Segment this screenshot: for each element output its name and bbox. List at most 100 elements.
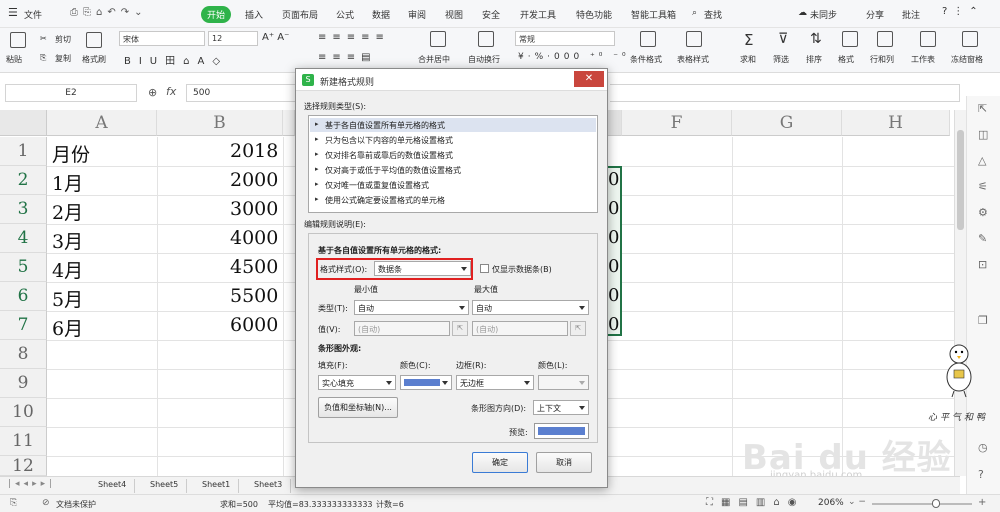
- help-icon[interactable]: ?: [978, 468, 984, 481]
- rule-type-item[interactable]: 只为包含以下内容的单元格设置格式: [325, 135, 453, 146]
- menu-view[interactable]: 视图: [445, 8, 463, 21]
- macro-icon[interactable]: ⎘: [10, 498, 17, 508]
- number-format-select[interactable]: 常规: [515, 31, 615, 46]
- menu-page-layout[interactable]: 页面布局: [282, 8, 318, 21]
- row-header-5[interactable]: 5: [0, 253, 47, 282]
- toolbox-icon[interactable]: ⚙: [978, 206, 988, 219]
- sort-icon[interactable]: ⇅: [810, 31, 822, 47]
- menu-smart-toolbox[interactable]: 智能工具箱: [631, 8, 676, 21]
- cell-b2[interactable]: 2000: [230, 169, 278, 191]
- zoom-dropdown-icon[interactable]: ⌄ −: [848, 497, 866, 507]
- cell-style-icon[interactable]: ◫: [978, 128, 988, 141]
- formula-input-tail[interactable]: [610, 84, 960, 102]
- copy-icon[interactable]: ⎘: [40, 53, 46, 63]
- cut-button[interactable]: 剪切: [55, 34, 71, 45]
- filter-button[interactable]: 筛选: [773, 54, 789, 65]
- min-type-select[interactable]: 自动: [354, 300, 469, 315]
- tab-sheet4[interactable]: Sheet4: [90, 479, 136, 493]
- filter-icon[interactable]: ⊽: [778, 31, 788, 47]
- align-icons[interactable]: ≡≡≡≡≡: [318, 32, 390, 43]
- border-select[interactable]: 无边框: [456, 375, 534, 390]
- wrap-icon[interactable]: [478, 31, 494, 47]
- row-header-4[interactable]: 4: [0, 224, 47, 253]
- row-header-6[interactable]: 6: [0, 282, 47, 311]
- tab-nav-arrows-icon[interactable]: |◂◂▸▸|: [8, 479, 56, 489]
- name-box[interactable]: E2: [5, 84, 137, 102]
- tab-sheet1[interactable]: Sheet1: [194, 479, 240, 493]
- bar-color-select[interactable]: [400, 375, 452, 390]
- dialog-titlebar[interactable]: S 新建格式规则 ✕: [296, 69, 607, 91]
- col-header-f[interactable]: F: [622, 110, 732, 136]
- merge-icon[interactable]: [430, 31, 446, 47]
- col-header-g[interactable]: G: [732, 110, 842, 136]
- merge-button[interactable]: 合并居中: [418, 54, 450, 65]
- cell-a4[interactable]: 3月: [52, 227, 83, 254]
- history-icon[interactable]: ◷: [978, 441, 988, 454]
- cell-a7[interactable]: 6月: [52, 314, 83, 341]
- negative-axis-button[interactable]: 负值和坐标轴(N)...: [318, 397, 398, 418]
- copy-button[interactable]: 复制: [55, 53, 71, 64]
- freeze-icon[interactable]: [962, 31, 978, 47]
- fill-select[interactable]: 实心填充: [318, 375, 396, 390]
- row-header-11[interactable]: 11: [0, 427, 47, 456]
- cell-a2[interactable]: 1月: [52, 169, 83, 196]
- cell-e6[interactable]: 0: [608, 285, 619, 306]
- cell-a1[interactable]: 月份: [52, 140, 90, 167]
- paste-icon[interactable]: [10, 32, 26, 48]
- format-painter-icon[interactable]: [86, 32, 102, 48]
- rule-type-item[interactable]: 仅对排名靠前或靠后的数值设置格式: [325, 150, 453, 161]
- view-mode-icons[interactable]: ⛶▦▤▥⌂◉: [706, 497, 804, 508]
- col-header-e[interactable]: [608, 110, 622, 136]
- tab-sheet5[interactable]: Sheet5: [142, 479, 188, 493]
- max-range-picker-icon[interactable]: ⇱: [570, 321, 586, 336]
- row-header-3[interactable]: 3: [0, 195, 47, 224]
- menu-share[interactable]: 分享: [866, 8, 884, 21]
- cell-e3[interactable]: 0: [608, 198, 619, 219]
- freeze-button[interactable]: 冻结窗格: [951, 54, 983, 65]
- max-type-select[interactable]: 自动: [472, 300, 589, 315]
- zoom-level[interactable]: 206%: [818, 498, 844, 508]
- cell-a3[interactable]: 2月: [52, 198, 83, 225]
- menu-file[interactable]: 文件: [24, 8, 42, 21]
- show-bar-only-checkbox[interactable]: [480, 264, 489, 273]
- select-icon[interactable]: ⇱: [978, 102, 987, 115]
- row-col-icon[interactable]: [877, 31, 893, 47]
- min-range-picker-icon[interactable]: ⇱: [452, 321, 468, 336]
- cell-b4[interactable]: 4000: [230, 227, 278, 249]
- menu-insert[interactable]: 插入: [245, 8, 263, 21]
- ok-button[interactable]: 确定: [472, 452, 528, 473]
- search-icon[interactable]: ⌕: [692, 8, 697, 18]
- conditional-format-button[interactable]: 条件格式: [630, 54, 662, 65]
- row-header-9[interactable]: 9: [0, 369, 47, 398]
- hamburger-icon[interactable]: ☰: [8, 6, 18, 19]
- zoom-slider[interactable]: [872, 503, 972, 505]
- paste-button[interactable]: 粘贴: [6, 54, 22, 65]
- fx-icon[interactable]: fx: [166, 85, 176, 98]
- grow-font-icon[interactable]: A⁺ A⁻: [262, 32, 289, 43]
- menu-security[interactable]: 安全: [482, 8, 500, 21]
- rule-type-list[interactable]: ▸ 基于各自值设置所有单元格的格式 ▸ 只为包含以下内容的单元格设置格式 ▸ 仅…: [308, 115, 598, 213]
- zoom-formula-icon[interactable]: ⊕: [148, 86, 157, 99]
- min-value-input[interactable]: (自动): [354, 321, 450, 336]
- rule-type-item[interactable]: 仅对唯一值或重复值设置格式: [325, 180, 429, 191]
- selection-range-e2-e7[interactable]: [606, 166, 622, 336]
- max-value-input[interactable]: (自动): [472, 321, 568, 336]
- cell-a6[interactable]: 5月: [52, 285, 83, 312]
- menu-features[interactable]: 特色功能: [576, 8, 612, 21]
- format-button[interactable]: 格式: [838, 54, 854, 65]
- font-style-icons[interactable]: BIU田⌂A◇: [124, 52, 228, 67]
- select-all-corner[interactable]: [0, 110, 47, 136]
- row-header-8[interactable]: 8: [0, 340, 47, 369]
- direction-select[interactable]: 上下文: [533, 400, 589, 415]
- scissors-icon[interactable]: ✂: [40, 34, 47, 43]
- window-controls-icon[interactable]: ?⋮⌃: [942, 6, 984, 17]
- protect-status[interactable]: 文档未保护: [56, 499, 96, 510]
- font-family-select[interactable]: 宋体: [119, 31, 205, 46]
- menu-formula[interactable]: 公式: [336, 8, 354, 21]
- cell-e7[interactable]: 0: [608, 314, 619, 335]
- table-style-button[interactable]: 表格样式: [677, 54, 709, 65]
- cell-a5[interactable]: 4月: [52, 256, 83, 283]
- cell-b3[interactable]: 3000: [230, 198, 278, 220]
- col-header-c[interactable]: [283, 110, 295, 136]
- wrap-button[interactable]: 自动换行: [468, 54, 500, 65]
